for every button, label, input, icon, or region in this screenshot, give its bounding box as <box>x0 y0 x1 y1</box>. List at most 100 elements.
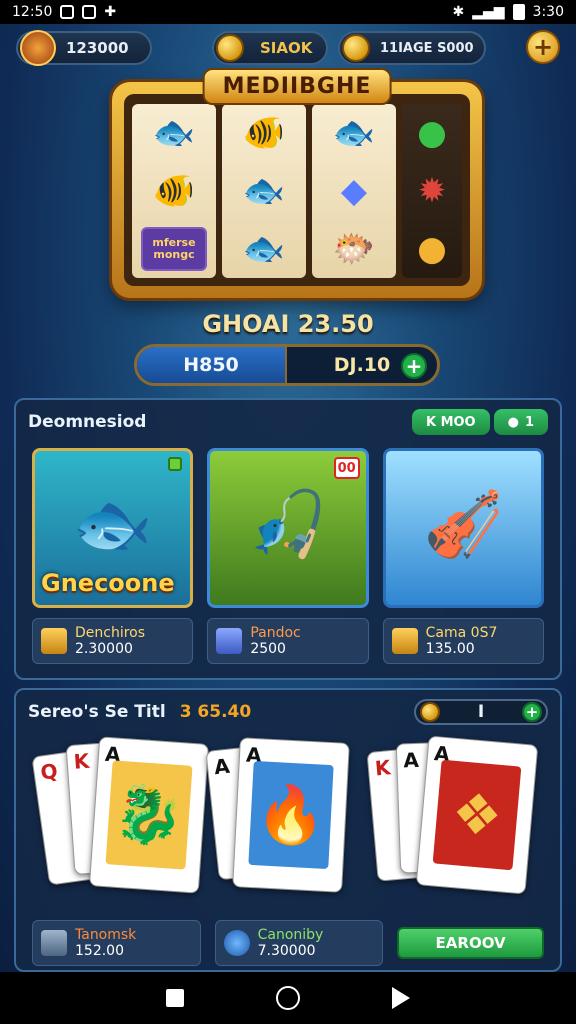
status-bar: 12:50 ✚ ✱ ▂▄▆ 3:30 <box>0 0 576 24</box>
fish-icon: 🐟 <box>242 171 286 211</box>
bet-value: I <box>477 702 485 722</box>
green-orb-icon: ● <box>417 113 447 153</box>
fish-icon: 🐠 <box>152 171 196 211</box>
balance-bar[interactable]: H850 DJ.10 + <box>134 344 440 386</box>
gems-pill[interactable]: 11IAGE S000 <box>338 31 486 65</box>
battery-icon <box>512 4 525 20</box>
coin-icon <box>216 34 244 62</box>
table-info-name: Canoniby <box>257 927 324 943</box>
table-info-value: 152.00 <box>75 943 124 959</box>
card-group-2[interactable]: A A 🔥 <box>204 737 372 910</box>
face-card: A 🔥 <box>232 737 350 893</box>
face-card: A ❖ <box>415 735 539 895</box>
game-info-value: 2500 <box>250 641 286 657</box>
recent-apps-icon[interactable] <box>166 989 184 1007</box>
bonus-symbol: mferse mongc <box>141 227 207 271</box>
home-icon[interactable] <box>276 986 300 1010</box>
cards-amount: 3 65.40 <box>179 702 252 722</box>
filter-pill[interactable]: K MOO <box>411 409 490 435</box>
bluetooth-icon: ✱ <box>452 4 465 20</box>
globe-icon <box>223 930 250 956</box>
card-group-3[interactable]: K A A ❖ <box>366 735 540 910</box>
gem-icon <box>342 34 370 62</box>
chip-icon <box>41 930 67 956</box>
system-nav-bar <box>0 972 576 1024</box>
game-info-value: 2.30000 <box>75 641 133 657</box>
tile-badge-icon <box>168 457 183 471</box>
fish-boat-icon: 🐟 <box>72 487 153 562</box>
count-pill[interactable]: ● 1 <box>493 409 548 435</box>
coin-pill[interactable]: SIAOK <box>212 31 328 65</box>
cards-panel-title: Sereo's Se Titl <box>28 702 166 722</box>
notification-icon <box>60 5 75 19</box>
musician-icon: 🎻 <box>423 487 504 562</box>
status-time: 12:50 <box>12 4 53 20</box>
table-info[interactable]: Tanomsk 152.00 <box>32 920 201 966</box>
ornament-icon: ❖ <box>432 759 522 871</box>
game-info-value: 135.00 <box>425 641 475 657</box>
info-icon: ● <box>507 414 519 430</box>
shield-icon <box>216 628 243 654</box>
game-tile-water[interactable]: 🎻 <box>382 448 544 608</box>
heart-coin-icon <box>420 702 440 722</box>
player-value: 123000 <box>66 39 129 57</box>
card-group-1[interactable]: Q K A 🐉 <box>31 736 210 910</box>
fire-creature-icon: 🔥 <box>248 760 334 870</box>
add-coins-button[interactable]: + <box>526 30 560 64</box>
jackpot-text: GHOAI 23.50 <box>202 310 374 338</box>
game-info-name: Denchiros <box>75 625 146 641</box>
game-info-name: Pandoc <box>250 625 301 641</box>
reel: 🐟 ◆ 🐡 <box>312 104 396 278</box>
gold-orb-icon: ● <box>417 229 447 269</box>
signal-icon: ▂▄▆ <box>472 4 505 20</box>
fish-icon: 🐟 <box>242 229 286 269</box>
reel: ● ✹ ● <box>402 104 462 278</box>
share-icon: ✚ <box>104 4 117 20</box>
game-info[interactable]: Denchiros 2.30000 <box>32 618 194 664</box>
back-icon[interactable] <box>392 987 410 1009</box>
fish-icon: 🐡 <box>332 229 376 269</box>
app-icon <box>82 5 97 19</box>
fish-icon: 🐟 <box>332 113 376 153</box>
table-info-name: Tanomsk <box>75 927 137 943</box>
top-bar: 123000 SIAOK 11IAGE S000 + <box>16 28 560 68</box>
bonus-text-2: mongc <box>153 248 195 261</box>
add-balance-button[interactable]: + <box>401 353 427 379</box>
game-info[interactable]: Cama 0S7 135.00 <box>382 618 544 664</box>
bet-control[interactable]: I + <box>414 699 548 725</box>
reel: 🐟 🐠 mferse mongc <box>132 104 216 278</box>
slot-machine[interactable]: MEDIIBGHE 🐟 🐠 mferse mongc 🐠 🐟 🐟 🐟 ◆ 🐡 ● … <box>112 68 482 298</box>
games-panel-title: Deomnesiod <box>28 412 147 432</box>
tile-badge: 00 <box>333 457 360 479</box>
ticket-icon <box>391 628 418 654</box>
status-time-right: 3:30 <box>532 4 564 20</box>
play-button[interactable]: EAROOV <box>397 927 544 959</box>
game-tile-label: Gnecoone <box>41 569 175 597</box>
dragon-icon: 🐉 <box>105 760 193 870</box>
game-tile-fishing[interactable]: 🐟 Gnecoone <box>32 448 194 608</box>
games-panel: Deomnesiod K MOO ● 1 🐟 Gnecoone 🎣 00 🎻 De… <box>14 398 562 680</box>
fish-icon: 🐠 <box>242 113 286 153</box>
gem-symbol-icon: ◆ <box>340 171 368 211</box>
reel: 🐠 🐟 🐟 <box>222 104 306 278</box>
game-info-name: Cama 0S7 <box>425 625 498 641</box>
game-tile-adventure[interactable]: 🎣 00 <box>207 448 369 608</box>
face-card: A 🐉 <box>88 736 210 894</box>
filter-pill-label: K MOO <box>425 414 476 430</box>
fish-icon: 🐟 <box>152 113 196 153</box>
table-info-value: 7.30000 <box>257 943 316 959</box>
cards-panel: Sereo's Se Titl 3 65.40 I + Q K A 🐉 A A … <box>14 688 562 972</box>
player-pill[interactable]: 123000 <box>16 30 152 66</box>
slot-reels: 🐟 🐠 mferse mongc 🐠 🐟 🐟 🐟 ◆ 🐡 ● ✹ ● <box>124 94 470 286</box>
slot-title: MEDIIBGHE <box>202 68 392 105</box>
count-pill-label: 1 <box>524 414 534 430</box>
bet-plus-button[interactable]: + <box>522 702 542 722</box>
table-info[interactable]: Canoniby 7.30000 <box>214 920 384 966</box>
sun-icon: ✹ <box>417 171 447 211</box>
balance-left: H850 <box>137 347 287 383</box>
chest-icon <box>41 628 67 654</box>
coin-label: SIAOK <box>260 39 313 57</box>
gems-value: 11IAGE S000 <box>380 40 474 56</box>
game-info[interactable]: Pandoc 2500 <box>207 618 369 664</box>
avatar[interactable] <box>20 30 56 66</box>
